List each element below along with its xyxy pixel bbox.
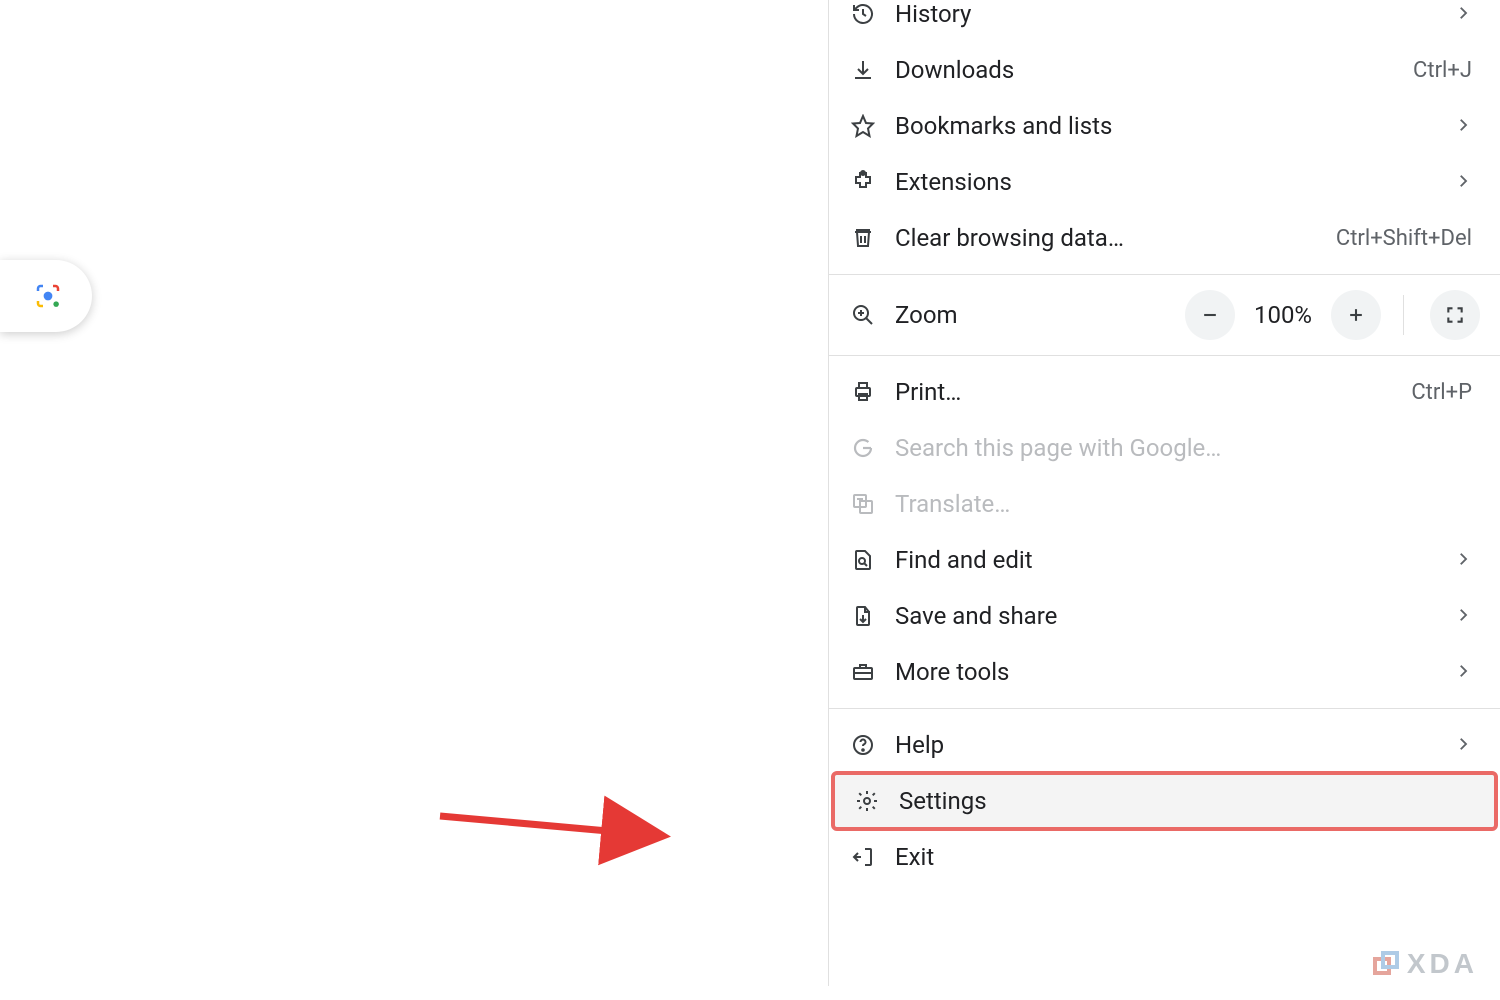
menu-item-shortcut: Ctrl+P [1411, 380, 1472, 405]
history-icon [851, 2, 895, 26]
gear-icon [855, 789, 899, 813]
menu-item-label: Translate… [895, 490, 1472, 518]
chevron-right-icon [1454, 658, 1472, 686]
menu-item-bookmarks[interactable]: Bookmarks and lists [829, 98, 1500, 154]
chevron-right-icon [1454, 0, 1472, 28]
menu-item-save-and-share[interactable]: Save and share [829, 588, 1500, 644]
zoom-in-icon [851, 303, 895, 327]
file-download-icon [851, 604, 895, 628]
zoom-in-button[interactable] [1331, 290, 1381, 340]
chevron-right-icon [1454, 602, 1472, 630]
menu-item-translate: Translate… [829, 476, 1500, 532]
menu-item-label: Help [895, 731, 1454, 759]
trash-icon [851, 226, 895, 250]
menu-item-extensions[interactable]: Extensions [829, 154, 1500, 210]
chevron-right-icon [1454, 168, 1472, 196]
menu-item-label: Settings [899, 787, 1468, 815]
menu-item-label: Save and share [895, 602, 1454, 630]
download-icon [851, 58, 895, 82]
google-g-icon [851, 436, 895, 460]
chevron-right-icon [1454, 731, 1472, 759]
menu-item-shortcut: Ctrl+Shift+Del [1336, 226, 1472, 251]
puzzle-icon [851, 170, 895, 194]
xda-logo-icon [1373, 951, 1399, 977]
chrome-overflow-menu: History Downloads Ctrl+J Bookmarks and l… [828, 0, 1500, 986]
translate-icon [851, 492, 895, 516]
menu-item-label: Search this page with Google… [895, 434, 1472, 462]
exit-icon [851, 845, 895, 869]
menu-item-label: More tools [895, 658, 1454, 686]
menu-item-label: History [895, 0, 1454, 28]
menu-item-history[interactable]: History [829, 0, 1500, 42]
menu-item-zoom: Zoom 100% [829, 283, 1500, 347]
zoom-out-button[interactable] [1185, 290, 1235, 340]
zoom-level: 100% [1251, 301, 1315, 329]
menu-separator [829, 355, 1500, 356]
menu-item-label: Clear browsing data… [895, 224, 1324, 252]
google-lens-pill[interactable] [0, 260, 92, 332]
menu-item-label: Print… [895, 378, 1399, 406]
menu-separator [829, 274, 1500, 275]
menu-item-label: Exit [895, 843, 1472, 871]
find-in-page-icon [851, 548, 895, 572]
xda-watermark: XDA [1373, 948, 1478, 980]
chevron-right-icon [1454, 546, 1472, 574]
menu-item-more-tools[interactable]: More tools [829, 644, 1500, 700]
star-icon [851, 114, 895, 138]
menu-item-find-and-edit[interactable]: Find and edit [829, 532, 1500, 588]
menu-item-label: Bookmarks and lists [895, 112, 1454, 140]
menu-item-shortcut: Ctrl+J [1413, 58, 1472, 83]
google-lens-icon [33, 281, 63, 311]
help-icon [851, 733, 895, 757]
menu-item-label: Zoom [895, 301, 1185, 329]
menu-item-settings[interactable]: Settings [833, 773, 1496, 829]
fullscreen-button[interactable] [1430, 290, 1480, 340]
print-icon [851, 380, 895, 404]
menu-item-label: Extensions [895, 168, 1454, 196]
menu-item-search-with-google: Search this page with Google… [829, 420, 1500, 476]
menu-item-print[interactable]: Print… Ctrl+P [829, 364, 1500, 420]
menu-item-exit[interactable]: Exit [829, 829, 1500, 885]
toolbox-icon [851, 660, 895, 684]
watermark-text: XDA [1407, 948, 1478, 980]
menu-item-downloads[interactable]: Downloads Ctrl+J [829, 42, 1500, 98]
chevron-right-icon [1454, 112, 1472, 140]
menu-item-help[interactable]: Help [829, 717, 1500, 773]
separator [1403, 295, 1404, 335]
menu-item-label: Find and edit [895, 546, 1454, 574]
menu-item-label: Downloads [895, 56, 1401, 84]
menu-item-clear-browsing-data[interactable]: Clear browsing data… Ctrl+Shift+Del [829, 210, 1500, 266]
menu-separator [829, 708, 1500, 709]
annotation-arrow [434, 788, 684, 868]
